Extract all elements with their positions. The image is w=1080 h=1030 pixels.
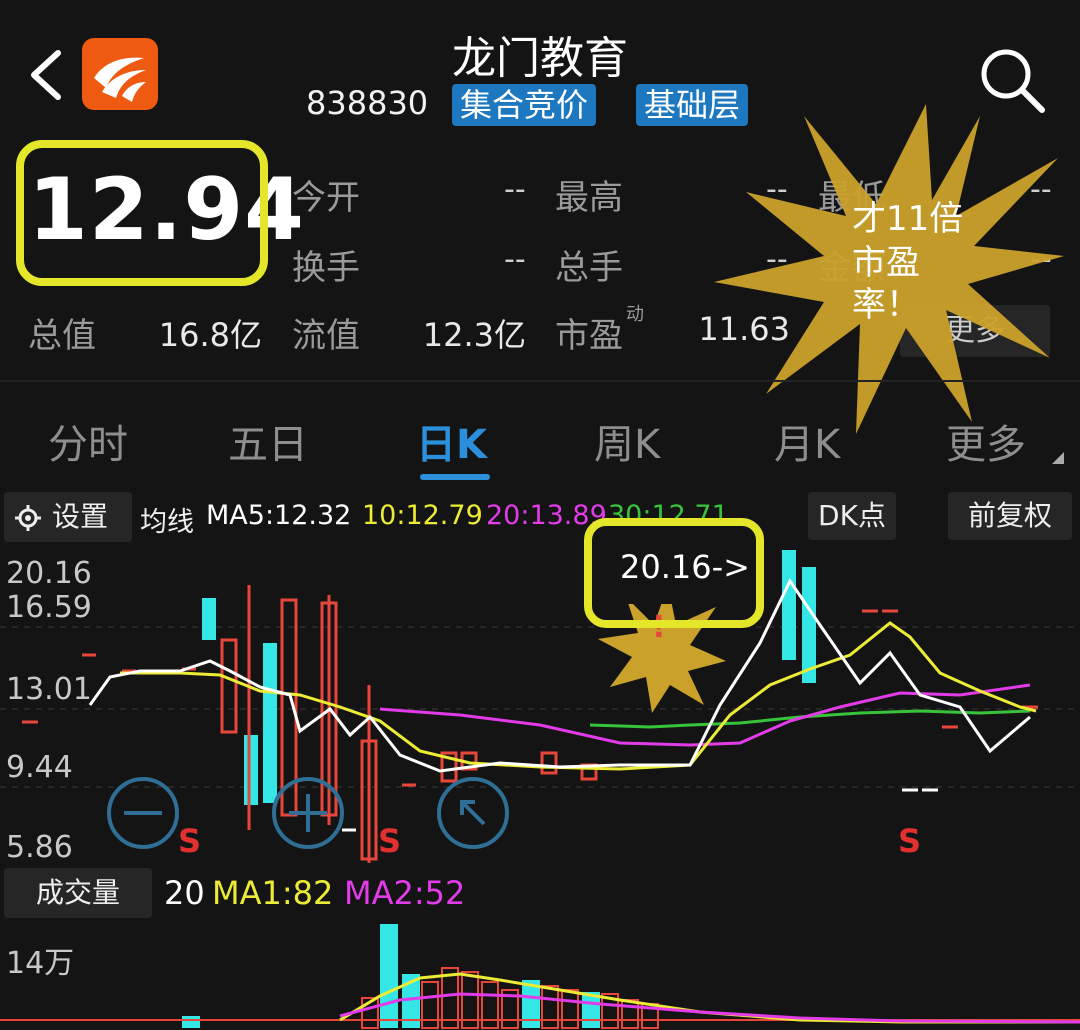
stock-code: 838830	[306, 84, 429, 122]
total-value: 16.8亿	[158, 316, 262, 354]
dk-point-button[interactable]: DK点	[808, 492, 896, 540]
arrow-icon	[460, 800, 486, 826]
tab-more[interactable]: 更多	[946, 412, 1026, 470]
volume-bar	[621, 999, 639, 1029]
forward-adjust-button[interactable]: 前复权	[948, 492, 1072, 540]
tab-weekly-k[interactable]: 周K	[594, 412, 660, 470]
turnover-label: 换手	[292, 248, 360, 288]
volume-ma1: MA1:82	[212, 874, 334, 912]
starburst-text-1: 才11倍	[852, 199, 964, 239]
more-dropdown-indicator	[1052, 452, 1064, 464]
tag-auction: 集合竞价	[452, 84, 597, 126]
kline-chart[interactable]	[0, 545, 1080, 865]
volume-bar	[481, 981, 499, 1029]
turnover-value: --	[504, 242, 526, 277]
candle	[202, 598, 216, 640]
volume-chart[interactable]	[0, 920, 1080, 1030]
volume-bar	[421, 981, 439, 1029]
volume-bar	[561, 989, 579, 1029]
total-hands-label: 总手	[555, 248, 623, 288]
divider	[0, 380, 1080, 382]
total-value-label: 总值	[28, 316, 96, 356]
tab-daily-k[interactable]: 日K	[416, 412, 487, 470]
starburst-text-3: 率！	[852, 285, 920, 325]
up-candles	[220, 598, 598, 861]
sell-signal: S	[178, 822, 202, 860]
tab-monthly-k[interactable]: 月K	[774, 412, 840, 470]
settings-label: 设置	[52, 500, 109, 533]
tab-intraday[interactable]: 分时	[48, 412, 128, 470]
high-label: 最高	[555, 178, 623, 218]
highlight-box	[16, 140, 268, 286]
volume-period: 20	[164, 874, 205, 912]
candle	[540, 751, 558, 775]
ma5-value: MA5:12.32	[206, 500, 352, 531]
volume-bar	[541, 985, 559, 1029]
candle	[782, 550, 796, 660]
float-value: 12.3亿	[422, 316, 526, 354]
tab-five-day[interactable]: 五日	[228, 412, 308, 470]
volume-bar	[182, 1016, 200, 1028]
pe-label: 市盈	[555, 316, 623, 356]
volume-ma2: MA2:52	[344, 874, 466, 912]
starburst-text-2: 市盈	[852, 243, 920, 283]
volume-indicator-button[interactable]: 成交量	[4, 868, 152, 918]
volume-ma1-line	[339, 972, 1080, 1024]
ma10-value: 10:12.79	[362, 500, 483, 531]
volume-down-bars	[182, 924, 600, 1028]
active-tab-indicator	[420, 474, 490, 480]
candle	[802, 567, 816, 683]
float-value-label: 流值	[292, 316, 360, 356]
gear-icon	[15, 505, 41, 531]
volume-ma2-line	[339, 992, 1080, 1024]
ma-prefix: 均线	[140, 507, 194, 538]
sell-signal: S	[378, 822, 402, 860]
pe-dynamic-mark: 动	[626, 304, 644, 325]
volume-bar	[380, 924, 398, 1028]
candle	[263, 643, 277, 803]
sell-signal: S	[898, 822, 922, 860]
open-label: 今开	[292, 178, 360, 218]
candle	[244, 735, 258, 805]
candle	[220, 638, 238, 734]
highlight-box	[584, 518, 764, 628]
open-value: --	[504, 172, 526, 207]
stock-name: 龙门教育	[452, 33, 628, 84]
